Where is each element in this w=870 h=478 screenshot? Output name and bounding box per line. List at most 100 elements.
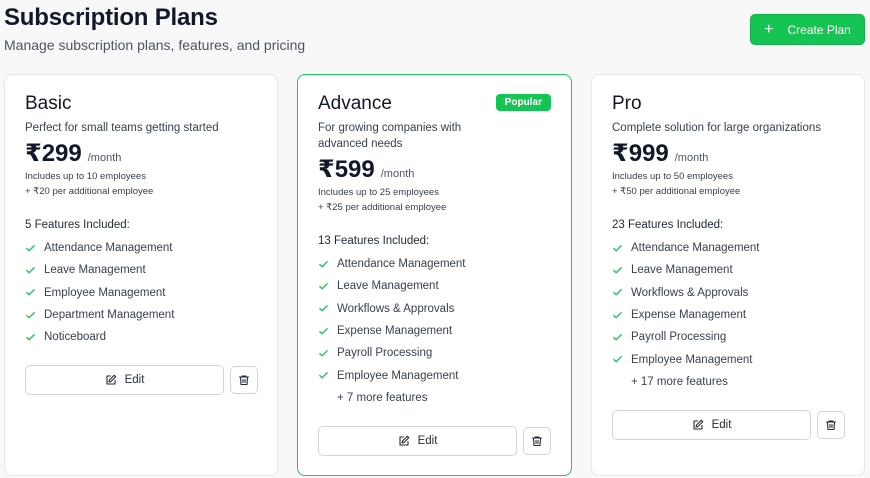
features-title: 5 Features Included: bbox=[25, 219, 130, 231]
feature-item: Employee Management bbox=[25, 282, 174, 304]
feature-label: Expense Management bbox=[631, 309, 747, 322]
plan-description: Perfect for small teams getting started bbox=[25, 122, 219, 134]
plan-description: For growing companies with advanced need… bbox=[318, 122, 462, 150]
feature-item: Payroll Processing bbox=[612, 326, 760, 348]
check-icon bbox=[319, 283, 328, 290]
check-icon bbox=[26, 289, 35, 296]
additional-employee-price: + ₹20 per additional employee bbox=[25, 186, 154, 197]
popular-badge: Popular bbox=[495, 94, 551, 111]
feature-item: Leave Management bbox=[612, 259, 760, 281]
delete-button[interactable] bbox=[523, 427, 551, 455]
check-icon bbox=[26, 311, 35, 319]
feature-item: Employee Management bbox=[318, 364, 466, 386]
check-icon bbox=[319, 260, 328, 268]
feature-label: Attendance Management bbox=[631, 242, 760, 255]
trash-icon bbox=[238, 375, 250, 386]
feature-item: Employee Management bbox=[612, 348, 760, 370]
create-plan-button[interactable]: + Create Plan bbox=[750, 14, 865, 45]
feature-label: Attendance Management bbox=[44, 242, 173, 255]
features-title: 13 Features Included: bbox=[318, 235, 430, 247]
plan-price: ₹999 bbox=[612, 140, 669, 167]
plan-card-pro: Pro Complete solution for large organiza… bbox=[591, 74, 865, 476]
check-icon bbox=[613, 267, 622, 274]
delete-button[interactable] bbox=[230, 366, 258, 394]
check-icon bbox=[319, 349, 328, 357]
edit-icon bbox=[399, 435, 409, 446]
price-row: ₹599 /month bbox=[318, 155, 414, 184]
edit-button[interactable]: Edit bbox=[612, 410, 811, 440]
edit-label: Edit bbox=[711, 419, 732, 431]
feature-item: Workflows & Approvals bbox=[612, 282, 760, 304]
feature-label: Workflows & Approvals bbox=[631, 286, 749, 299]
feature-label: Employee Management bbox=[337, 369, 459, 382]
feature-item: Leave Management bbox=[25, 259, 174, 281]
feature-item: Payroll Processing bbox=[318, 342, 466, 364]
edit-button[interactable]: Edit bbox=[318, 426, 517, 456]
feature-list: Attendance Management Leave Management Emp… bbox=[25, 237, 174, 348]
edit-label: Edit bbox=[417, 435, 438, 447]
plan-period: /month bbox=[380, 168, 415, 180]
edit-label: Edit bbox=[124, 374, 145, 386]
feature-label: Noticeboard bbox=[44, 331, 107, 344]
employee-limit: Includes up to 10 employees bbox=[25, 171, 146, 182]
feature-label: Expense Management bbox=[337, 325, 453, 338]
feature-item: Department Management bbox=[25, 304, 174, 326]
plan-period: /month bbox=[87, 152, 122, 164]
plan-price: ₹599 bbox=[318, 156, 375, 183]
edit-button[interactable]: Edit bbox=[25, 365, 224, 395]
price-row: ₹999 /month bbox=[612, 139, 708, 168]
plan-name: Basic bbox=[25, 93, 72, 114]
feature-list: Attendance Management Leave Management Wor… bbox=[612, 237, 760, 393]
additional-employee-price: + ₹50 per additional employee bbox=[612, 186, 741, 197]
plan-card-advance: Advance Popular For growing companies wi… bbox=[297, 74, 572, 476]
more-features: + 7 more features bbox=[337, 391, 428, 404]
plan-period: /month bbox=[674, 152, 709, 164]
edit-icon bbox=[693, 419, 703, 430]
feature-label: Attendance Management bbox=[337, 258, 466, 271]
check-icon bbox=[319, 372, 328, 379]
plan-price: ₹299 bbox=[25, 140, 82, 167]
plus-icon: + bbox=[764, 20, 774, 38]
feature-item: Leave Management bbox=[318, 275, 466, 297]
feature-item: Workflows & Approvals bbox=[318, 298, 466, 320]
feature-label: Employee Management bbox=[44, 286, 166, 299]
feature-label: Department Management bbox=[44, 309, 175, 322]
trash-icon bbox=[825, 420, 837, 431]
plan-card-basic: Basic Perfect for small teams getting st… bbox=[4, 74, 278, 476]
more-features: + 17 more features bbox=[631, 375, 728, 388]
feature-label: Leave Management bbox=[337, 280, 439, 293]
create-plan-label: Create Plan bbox=[787, 22, 851, 37]
feature-item: Attendance Management bbox=[318, 253, 466, 275]
page-subtitle: Manage subscription plans, features, and… bbox=[4, 37, 306, 53]
check-icon bbox=[613, 333, 622, 341]
feature-item: Attendance Management bbox=[612, 237, 760, 259]
feature-item: Expense Management bbox=[612, 304, 760, 326]
price-row: ₹299 /month bbox=[25, 139, 121, 168]
check-icon bbox=[613, 289, 622, 296]
edit-icon bbox=[106, 374, 116, 385]
feature-item: Attendance Management bbox=[25, 237, 174, 259]
page-title: Subscription Plans bbox=[4, 4, 218, 31]
feature-label: Leave Management bbox=[631, 264, 733, 277]
feature-item: Noticeboard bbox=[25, 326, 174, 348]
check-icon bbox=[613, 356, 622, 363]
feature-label: Leave Management bbox=[44, 264, 146, 277]
check-icon bbox=[26, 333, 35, 341]
check-icon bbox=[319, 327, 328, 335]
check-icon bbox=[613, 244, 622, 252]
feature-item: Expense Management bbox=[318, 320, 466, 342]
plan-name: Advance bbox=[318, 93, 392, 114]
feature-label: Payroll Processing bbox=[631, 331, 727, 344]
feature-list: Attendance Management Leave Management Wor… bbox=[318, 253, 466, 409]
plan-description: Complete solution for large organization… bbox=[612, 122, 822, 134]
check-icon bbox=[613, 311, 622, 319]
additional-employee-price: + ₹25 per additional employee bbox=[318, 202, 447, 213]
employee-limit: Includes up to 50 employees bbox=[612, 171, 733, 182]
delete-button[interactable] bbox=[817, 411, 845, 439]
employee-limit: Includes up to 25 employees bbox=[318, 187, 439, 198]
feature-label: Payroll Processing bbox=[337, 347, 433, 360]
trash-icon bbox=[531, 436, 543, 447]
check-icon bbox=[319, 305, 328, 312]
check-icon bbox=[26, 244, 35, 252]
feature-label: Workflows & Approvals bbox=[337, 302, 455, 315]
